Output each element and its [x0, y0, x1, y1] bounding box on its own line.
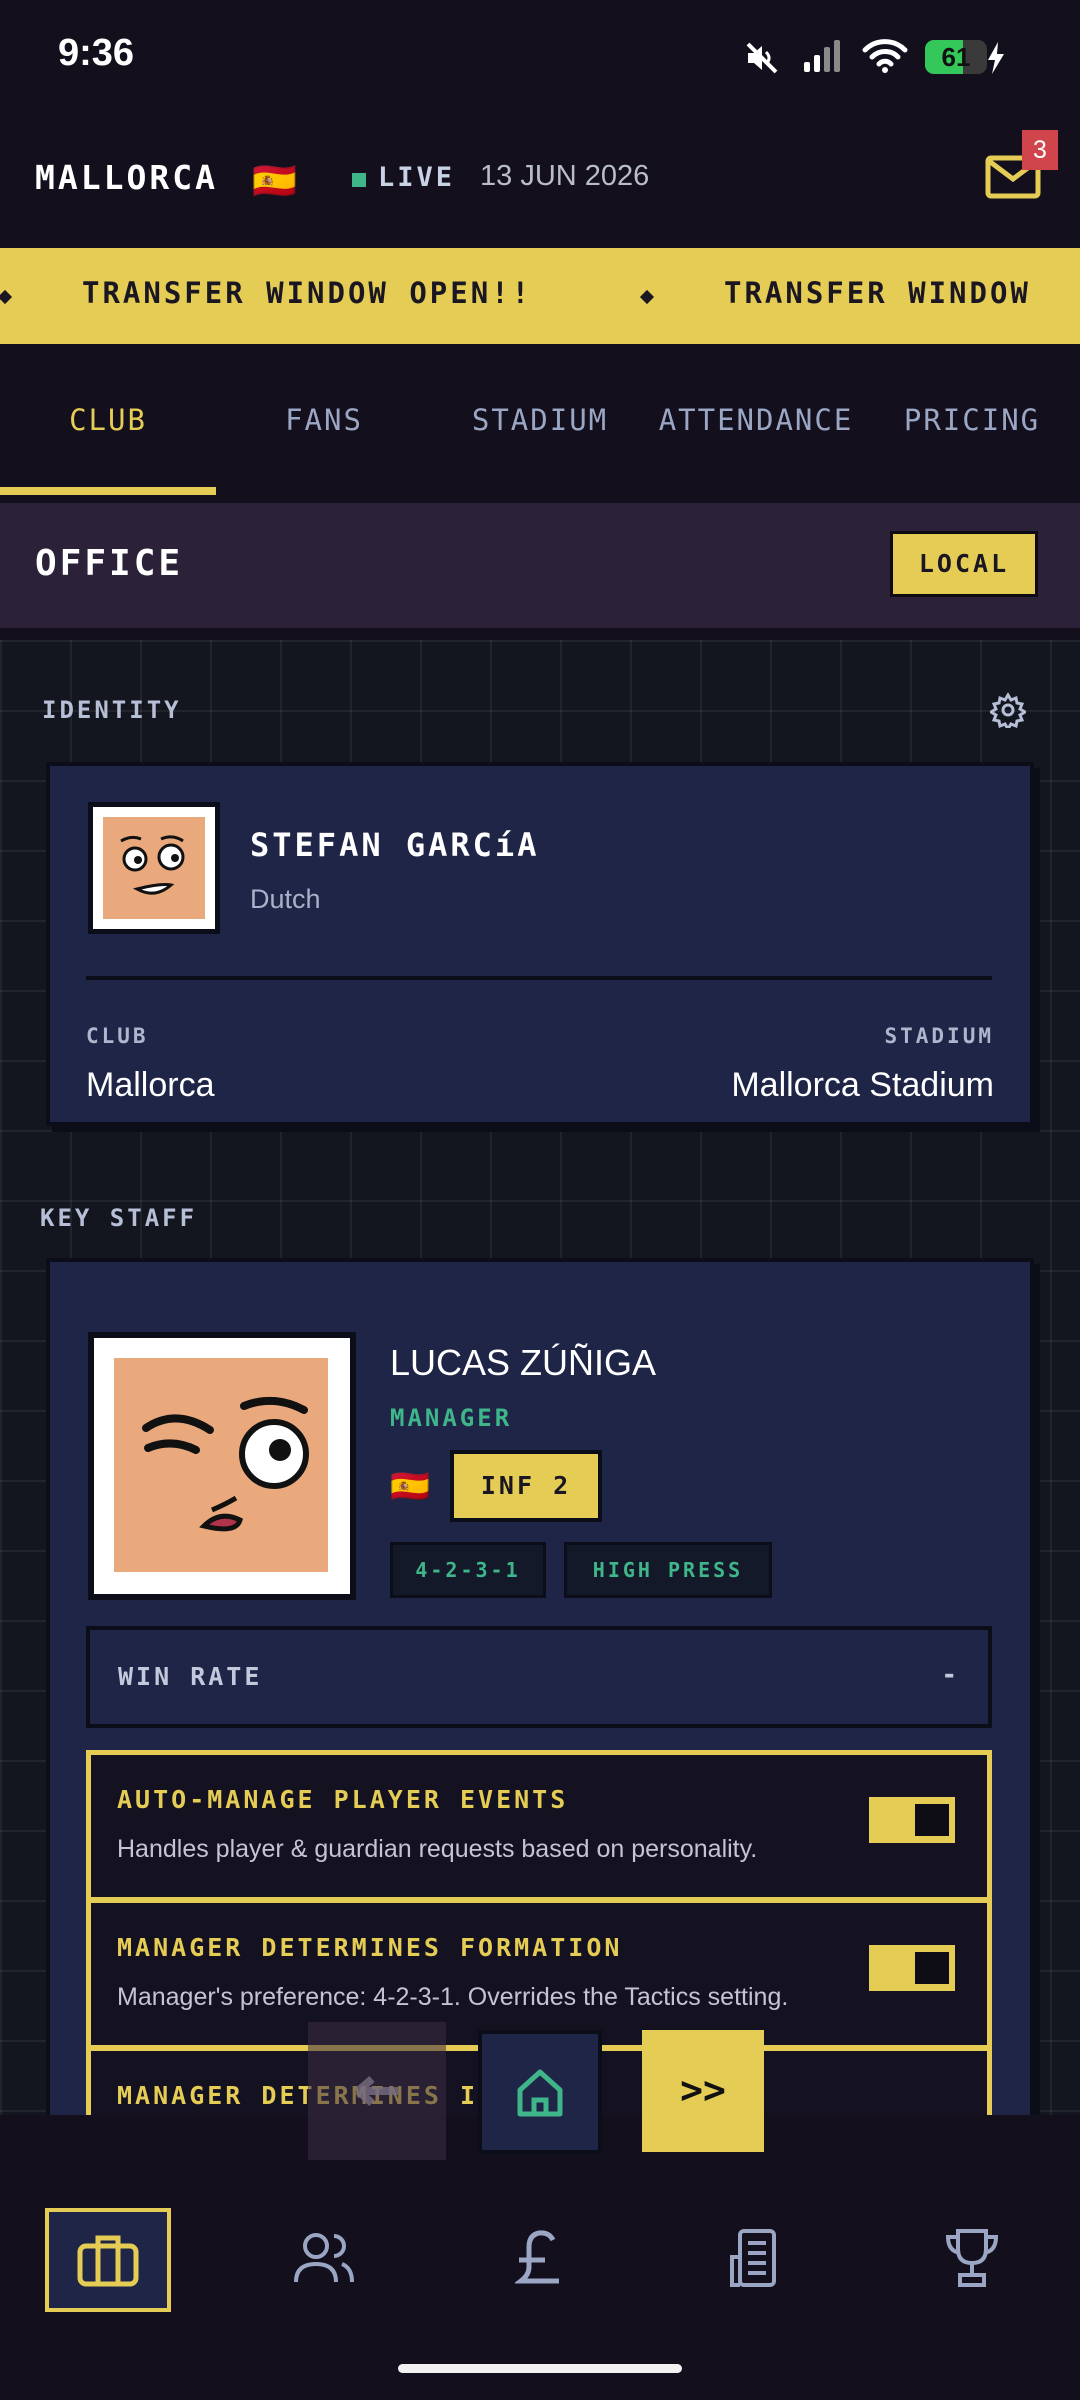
office-bar: OFFICE LOCAL: [0, 503, 1080, 628]
active-tab-indicator: [0, 487, 216, 495]
setting-description: Manager's preference: 4-2-3-1. Overrides…: [117, 1983, 789, 2011]
manager-card: LUCAS ZÚÑIGA MANAGER 🇪🇸 INF 2 4-2-3-1 HI…: [46, 1258, 1034, 2115]
briefcase-icon: [77, 2235, 139, 2287]
charging-icon: [988, 42, 1004, 74]
wifi-icon: [862, 39, 908, 73]
tab-pricing[interactable]: PRICING: [864, 345, 1080, 495]
club-flag: 🇪🇸: [252, 161, 297, 202]
status-time: 9:36: [58, 32, 135, 74]
tab-stadium[interactable]: STADIUM: [432, 345, 648, 495]
style-tag: HIGH PRESS: [564, 1542, 772, 1598]
manager-flag: 🇪🇸: [390, 1467, 430, 1505]
nav-club[interactable]: [45, 2208, 171, 2312]
tab-club[interactable]: CLUB: [0, 345, 216, 495]
auto-manage-events-toggle[interactable]: [869, 1797, 955, 1843]
signal-icon: [804, 40, 840, 72]
live-label: LIVE: [378, 162, 456, 193]
win-rate-row: WIN RATE -: [86, 1626, 992, 1728]
ticker-item: TRANSFER WINDOW OPEN!!: [82, 276, 533, 310]
back-arrow-icon: [355, 2075, 398, 2107]
setting-auto-manage-events: AUTO-MANAGE PLAYER EVENTS Handles player…: [86, 1750, 992, 1902]
avatar-face-icon: [103, 817, 205, 919]
manager-avatar: [88, 1332, 356, 1600]
tab-fans[interactable]: FANS: [216, 345, 432, 495]
formation-tag: 4-2-3-1: [390, 1542, 546, 1598]
users-icon: [294, 2233, 354, 2283]
stadium-value: Mallorca Stadium: [731, 1066, 994, 1104]
manager-formation-toggle[interactable]: [869, 1945, 955, 1991]
mute-icon: [746, 42, 778, 74]
ticker-separator: [0, 289, 13, 305]
ticker-item: TRANSFER WINDOW: [724, 276, 1031, 310]
avatar: [88, 802, 220, 934]
manager-role: MANAGER: [390, 1404, 513, 1432]
owner-nationality: Dutch: [250, 884, 321, 914]
section-tabs: CLUB FANS STADIUM ATTENDANCE PRICING: [0, 345, 1080, 495]
page-title: OFFICE: [35, 543, 184, 584]
club-name: MALLORCA: [35, 158, 218, 197]
setting-title: AUTO-MANAGE PLAYER EVENTS: [117, 1785, 569, 1814]
manager-name: LUCAS ZÚÑIGA: [390, 1342, 657, 1383]
gear-icon[interactable]: [990, 692, 1026, 728]
identity-card: STEFAN GARCíA Dutch CLUB Mallorca STADIU…: [46, 762, 1034, 1126]
club-value: Mallorca: [86, 1066, 215, 1104]
pound-icon: [515, 2230, 559, 2284]
manager-face-icon: [114, 1358, 328, 1572]
news-ticker: TRANSFER WINDOW OPEN!! TRANSFER WINDOW: [0, 248, 1080, 344]
battery-percent: 61: [941, 42, 971, 72]
nav-finance[interactable]: [480, 2208, 600, 2308]
key-staff-section-label: KEY STAFF: [40, 1204, 198, 1232]
office-content: IDENTITY STEFAN GARCíA Dutch CLUB Mallor…: [0, 640, 1080, 2115]
game-date: 13 JUN 2026: [480, 160, 650, 192]
owner-name: STEFAN GARCíA: [250, 826, 540, 864]
battery-indicator: 61: [925, 40, 987, 74]
tab-attendance[interactable]: ATTENDANCE: [648, 345, 864, 495]
mail-badge: 3: [1022, 130, 1058, 170]
win-rate-label: WIN RATE: [118, 1662, 263, 1691]
home-indicator[interactable]: [398, 2364, 682, 2373]
influence-badge: INF 2: [450, 1450, 602, 1522]
ticker-separator: [639, 289, 655, 305]
home-icon: [517, 2069, 563, 2117]
back-button[interactable]: [308, 2022, 446, 2160]
trophy-icon: [945, 2229, 999, 2287]
local-button[interactable]: LOCAL: [890, 531, 1038, 597]
toggle-knob: [915, 1804, 949, 1836]
stadium-label: STADIUM: [884, 1024, 994, 1048]
nav-squad[interactable]: [264, 2208, 384, 2308]
setting-description: Handles player & guardian requests based…: [117, 1835, 758, 1863]
home-button[interactable]: [478, 2030, 602, 2154]
setting-manager-formation: MANAGER DETERMINES FORMATION Manager's p…: [86, 1898, 992, 2050]
club-label: CLUB: [86, 1024, 149, 1048]
fast-forward-button[interactable]: >>: [642, 2030, 764, 2152]
divider: [86, 976, 992, 980]
toggle-knob: [915, 1952, 949, 1984]
win-rate-value: -: [941, 1660, 960, 1690]
setting-title: MANAGER DETERMINES FORMATION: [117, 1933, 623, 1962]
status-bar: 9:36 61: [0, 0, 1080, 115]
app-header: MALLORCA 🇪🇸 LIVE 13 JUN 2026: [0, 130, 1080, 230]
live-indicator: [352, 173, 366, 187]
identity-section-label: IDENTITY: [42, 696, 182, 724]
nav-competitions[interactable]: [912, 2208, 1032, 2308]
building-icon: [730, 2229, 776, 2287]
nav-facilities[interactable]: [696, 2208, 816, 2308]
